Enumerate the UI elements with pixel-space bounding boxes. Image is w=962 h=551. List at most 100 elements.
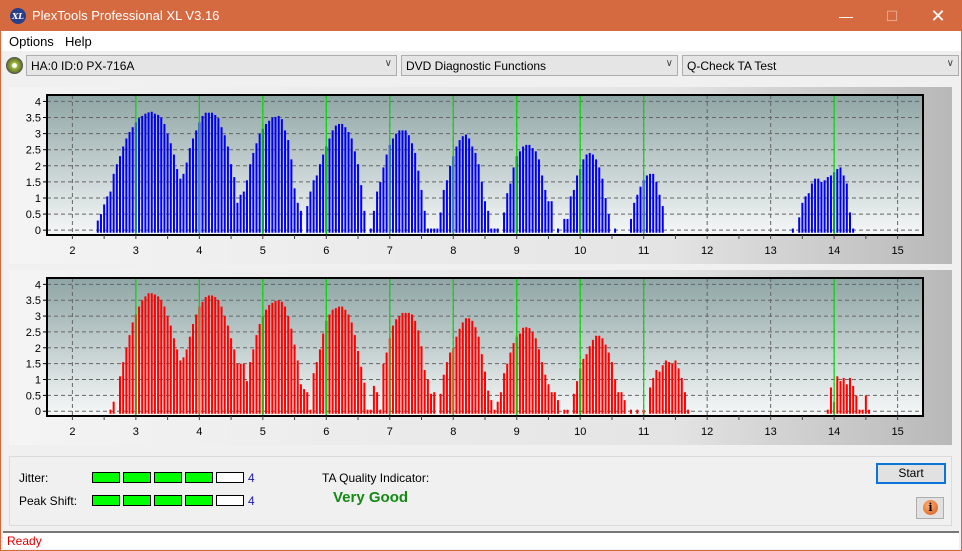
bar [814, 178, 817, 233]
bar [614, 379, 617, 414]
bar [265, 309, 267, 414]
bar [414, 320, 417, 414]
bar [230, 338, 233, 414]
bar [242, 191, 245, 233]
bar [829, 387, 832, 414]
menu-bar: Options Help [1, 31, 961, 51]
bar [531, 148, 534, 233]
peak-shift-meter-segment [216, 495, 244, 506]
app-window: XL PlexTools Professional XL V3.16 — ☐ ✕… [0, 0, 962, 551]
bar [845, 384, 848, 414]
menu-options[interactable]: Options [9, 34, 54, 49]
x-tick-label: 7 [387, 245, 393, 257]
bar [442, 374, 445, 414]
bar [379, 409, 382, 414]
bar [172, 154, 175, 233]
bar [649, 387, 652, 414]
bar [404, 312, 407, 414]
drive-select[interactable]: HA:0 ID:0 PX-716A ∨ [26, 55, 397, 76]
bar [458, 328, 461, 414]
pits-chart-panel: 0 0.5 1 1.5 2 2.5 3 3.5 4 2 3 4 5 6 7 8 9 10 11 12 13 14 15 [9, 270, 952, 445]
bar [195, 130, 198, 233]
bar [604, 344, 607, 414]
bar [572, 393, 575, 414]
ta-quality-value: Very Good [333, 489, 409, 506]
menu-help[interactable]: Help [65, 34, 92, 49]
bar [636, 194, 639, 233]
drive-select-value: HA:0 ID:0 PX-716A [31, 59, 135, 73]
bar [829, 175, 832, 233]
bar [131, 127, 134, 233]
bar [350, 322, 353, 414]
bar [595, 335, 598, 414]
bar [106, 196, 109, 233]
bar [220, 127, 223, 233]
bar [620, 392, 623, 414]
start-button[interactable]: Start [876, 463, 946, 484]
bar [245, 180, 248, 233]
bar [318, 164, 321, 233]
bar [861, 409, 864, 414]
bar [652, 377, 655, 414]
bar [645, 175, 648, 233]
bar [160, 300, 163, 414]
x-tick-label: 4 [196, 426, 202, 438]
bar [439, 393, 442, 414]
minimize-button[interactable]: — [823, 1, 869, 31]
x-tick-label: 5 [260, 426, 266, 438]
peak-shift-label: Peak Shift: [19, 494, 78, 508]
x-tick-label: 10 [574, 426, 586, 438]
chevron-down-icon: ∨ [665, 58, 673, 69]
bar [464, 134, 467, 233]
bar [868, 409, 871, 414]
jitter-meter [92, 472, 244, 483]
bar [614, 228, 617, 233]
jitter-value: 4 [248, 471, 255, 485]
bar [534, 338, 537, 414]
bar [344, 309, 347, 414]
bar [306, 206, 309, 233]
bar [188, 336, 191, 414]
y-tick-label: 1 [35, 375, 41, 387]
bar [420, 346, 423, 414]
bar [490, 400, 493, 414]
bar [426, 379, 429, 414]
bar [312, 180, 315, 233]
bar [503, 212, 506, 233]
bar [636, 409, 639, 414]
bar [131, 322, 134, 414]
bar [179, 178, 182, 233]
bar [553, 392, 556, 414]
bar [334, 308, 337, 414]
bar [598, 335, 601, 414]
bar [379, 181, 382, 233]
bar [407, 135, 410, 233]
bar [182, 357, 185, 414]
bar [477, 164, 480, 233]
info-button[interactable]: i [916, 497, 944, 519]
bar [588, 346, 591, 414]
bar [268, 304, 271, 414]
bar [223, 316, 226, 414]
bar [604, 197, 607, 233]
test-select[interactable]: Q-Check TA Test ∨ [682, 55, 959, 76]
toolbar: HA:0 ID:0 PX-716A ∨ DVD Diagnostic Funct… [1, 51, 961, 81]
bar [477, 336, 480, 414]
bar [176, 169, 179, 233]
info-icon: i [923, 500, 938, 515]
bar [315, 362, 318, 414]
bar [226, 146, 229, 233]
bar [382, 363, 385, 414]
y-tick-label: 2.5 [26, 327, 41, 339]
x-tick-label: 10 [574, 245, 586, 257]
bar [563, 218, 566, 233]
bar [207, 295, 210, 414]
close-button[interactable]: ✕ [915, 1, 961, 31]
bar [271, 302, 274, 414]
function-select[interactable]: DVD Diagnostic Functions ∨ [401, 55, 678, 76]
bar [525, 327, 528, 414]
bar [849, 377, 851, 414]
bar [658, 194, 661, 233]
bar [493, 409, 496, 414]
maximize-button[interactable]: ☐ [869, 1, 915, 31]
